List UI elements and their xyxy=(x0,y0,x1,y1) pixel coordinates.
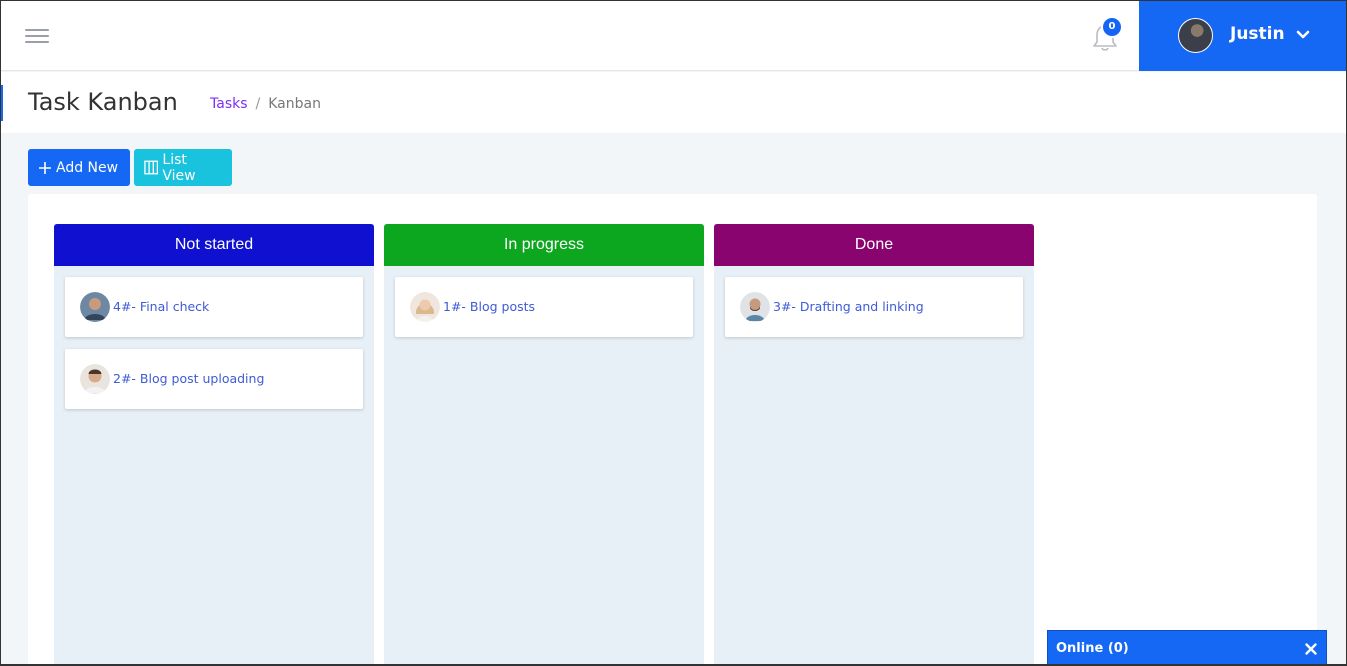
user-menu[interactable]: Justin xyxy=(1139,1,1346,71)
task-card-title[interactable]: 2#- Blog post uploading xyxy=(113,371,264,386)
column-header: In progress xyxy=(384,224,704,266)
avatar xyxy=(410,292,440,322)
header-accent xyxy=(1,85,3,121)
kanban-column-in-progress: In progress 1#- Blog posts xyxy=(384,224,704,664)
task-card[interactable]: 1#- Blog posts xyxy=(395,277,693,337)
top-bar: 0 Justin xyxy=(1,1,1346,71)
task-card[interactable]: 4#- Final check xyxy=(65,277,363,337)
kanban-column-not-started: Not started 4#- Final check 2#- Blog pos… xyxy=(54,224,374,664)
online-status-label: Online (0) xyxy=(1056,641,1129,656)
breadcrumb-link-tasks[interactable]: Tasks xyxy=(210,96,248,112)
notification-count-badge: 0 xyxy=(1101,16,1123,38)
avatar xyxy=(1178,18,1213,53)
add-new-label: Add New xyxy=(56,159,119,176)
task-card-title[interactable]: 4#- Final check xyxy=(113,299,209,314)
menu-toggle-icon[interactable] xyxy=(25,24,51,48)
avatar xyxy=(80,364,110,394)
list-view-label: List View xyxy=(162,151,196,184)
app-frame: 0 Justin Task Kanban Tasks / Kanban Add Ne… xyxy=(0,0,1347,666)
plus-icon xyxy=(39,161,51,174)
page-header: Task Kanban Tasks / Kanban xyxy=(1,72,1346,133)
breadcrumb-separator: / xyxy=(255,96,261,112)
list-view-button[interactable]: List View xyxy=(134,149,232,186)
avatar xyxy=(80,292,110,322)
close-icon[interactable] xyxy=(1304,642,1318,656)
online-chat-bar[interactable]: Online (0) xyxy=(1047,630,1327,664)
task-card-title[interactable]: 1#- Blog posts xyxy=(443,299,535,314)
breadcrumb: Tasks / Kanban xyxy=(210,96,321,112)
kanban-board: Not started 4#- Final check 2#- Blog pos… xyxy=(28,194,1317,664)
task-card[interactable]: 3#- Drafting and linking xyxy=(725,277,1023,337)
avatar xyxy=(740,292,770,322)
task-card-title[interactable]: 3#- Drafting and linking xyxy=(773,299,924,314)
column-header: Not started xyxy=(54,224,374,266)
columns-icon xyxy=(144,160,159,175)
column-header: Done xyxy=(714,224,1034,266)
page-title: Task Kanban xyxy=(28,88,178,116)
user-name: Justin xyxy=(1230,24,1285,44)
task-card[interactable]: 2#- Blog post uploading xyxy=(65,349,363,409)
kanban-column-done: Done 3#- Drafting and linking xyxy=(714,224,1034,664)
add-new-button[interactable]: Add New xyxy=(28,149,130,186)
breadcrumb-current: Kanban xyxy=(268,96,321,112)
chevron-down-icon xyxy=(1296,30,1310,39)
